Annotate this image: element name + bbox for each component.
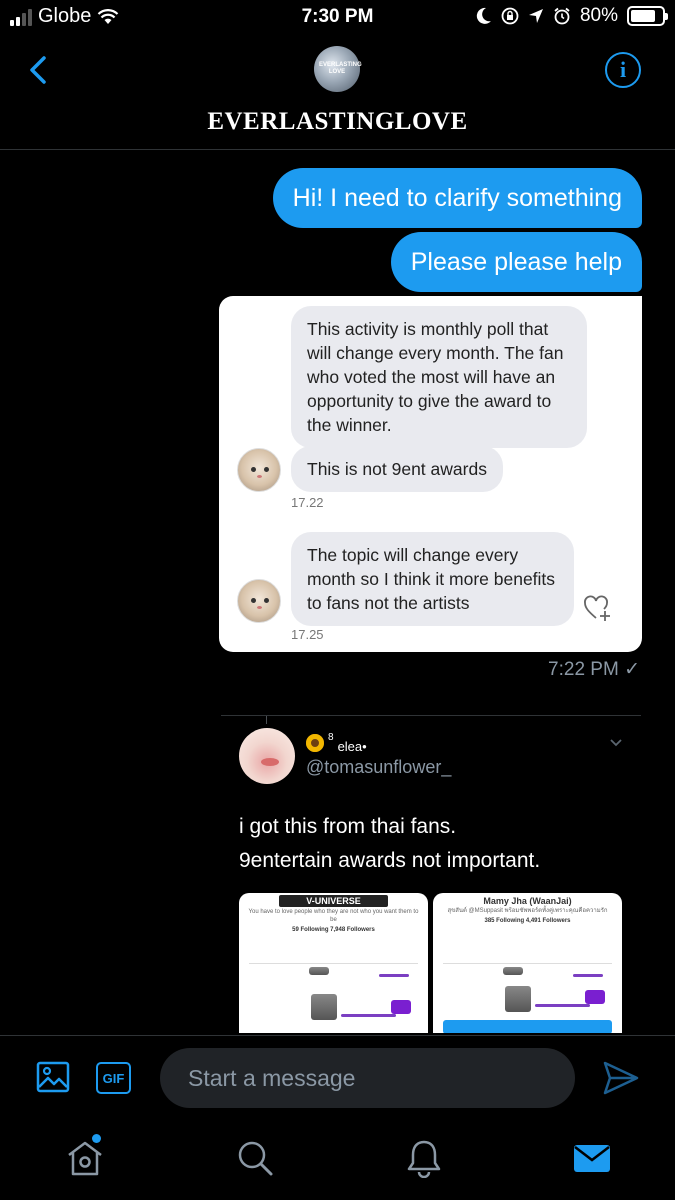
tweet-author-avatar[interactable] (239, 728, 295, 784)
notification-dot (92, 1134, 101, 1143)
conversation-title[interactable]: EVERLASTINGLOVE (0, 108, 675, 136)
tweet-text[interactable]: i got this from thai fans. 9entertain aw… (239, 810, 540, 878)
media-photo (503, 967, 523, 975)
screenshot-message: This activity is monthly poll that will … (291, 306, 587, 448)
battery-icon (627, 6, 668, 26)
media-chat-bubble (443, 1020, 612, 1033)
alarm-icon (554, 7, 570, 25)
media-title: V-UNIVERSE (279, 895, 388, 907)
name-superscript: 8 (328, 732, 334, 743)
tweet-media-image[interactable]: Mamy Jha (WaanJai) สุขสันต์ @MSuppasit พ… (433, 893, 622, 1033)
conversation-avatar[interactable]: EVERLASTING LOVE (314, 46, 362, 92)
tweet-line: i got this from thai fans. (239, 815, 457, 838)
message-input[interactable] (160, 1048, 575, 1108)
media-subtitle: You have to love people who they are not… (248, 909, 419, 923)
message-timestamp: 7:22 PM ✓ (548, 659, 640, 680)
back-button[interactable] (24, 50, 54, 90)
search-tab[interactable] (235, 1138, 275, 1178)
media-poll-card (249, 963, 418, 1033)
media-bar (535, 1004, 590, 1007)
media-bar (573, 974, 603, 977)
status-right: 80% (476, 5, 668, 27)
media-photo (311, 994, 337, 1020)
heart-plus-icon (584, 595, 610, 621)
conversation-header: EVERLASTING LOVE EVERLASTINGLOVE i (0, 36, 675, 150)
media-bar (379, 974, 409, 977)
location-icon (528, 9, 543, 23)
screenshot-image-message[interactable]: This activity is monthly poll that will … (219, 296, 642, 652)
tweet-media-image[interactable]: V-UNIVERSE You have to love people who t… (239, 893, 428, 1033)
tweet-author-name[interactable]: 8 elea• (306, 732, 367, 754)
screenshot-message: This is not 9ent awards (291, 446, 503, 492)
media-title: Mamy Jha (WaanJai) (483, 896, 572, 906)
message-bubble-outgoing[interactable]: Hi! I need to clarify something (272, 168, 642, 228)
media-bar (341, 1014, 396, 1017)
status-bar: Globe 7:30 PM 80% (0, 0, 675, 36)
rotation-lock-icon (501, 7, 519, 25)
divider (266, 716, 267, 724)
image-button[interactable] (36, 1061, 70, 1093)
chevron-down-icon[interactable] (609, 736, 623, 750)
gif-label: GIF (102, 1070, 125, 1086)
sunflower-icon (306, 734, 324, 752)
notifications-tab[interactable] (404, 1138, 444, 1178)
cat-avatar (237, 448, 281, 492)
moon-icon (476, 7, 491, 24)
media-stats: 59 Following 7,948 Followers (292, 926, 375, 933)
divider (221, 715, 641, 716)
media-vote-button (585, 990, 605, 1004)
avatar-text: EVERLASTING LOVE (319, 62, 362, 75)
screenshot-timestamp: 17.22 (291, 495, 324, 510)
media-photo (505, 986, 531, 1012)
home-tab[interactable] (65, 1138, 105, 1178)
media-poll-card (443, 963, 612, 1033)
tweet-line: 9entertain awards not important. (239, 849, 541, 872)
messages-tab[interactable] (572, 1138, 612, 1178)
gif-button[interactable]: GIF (96, 1062, 131, 1094)
display-name: elea• (337, 739, 367, 754)
cat-avatar (237, 579, 281, 623)
info-icon: i (619, 57, 627, 82)
battery-percent: 80% (579, 5, 618, 26)
info-button[interactable]: i (605, 52, 641, 88)
tweet-author-handle[interactable]: @tomasunflower_ (306, 757, 451, 778)
media-photo (309, 967, 329, 975)
composer-divider (0, 1035, 675, 1036)
screenshot-timestamp: 17.25 (291, 627, 324, 642)
media-stats: 385 Following 4,491 Followers (484, 917, 571, 924)
message-bubble-outgoing[interactable]: Please please help (390, 232, 642, 292)
media-subtitle: สุขสันต์ @MSuppasit พร้อมชัพพอร์ตทั้งคู่… (447, 908, 608, 914)
battery-fill (631, 10, 655, 22)
send-button[interactable] (602, 1060, 640, 1096)
screenshot-message: The topic will change every month so I t… (291, 532, 574, 626)
media-vote-button (391, 1000, 411, 1014)
